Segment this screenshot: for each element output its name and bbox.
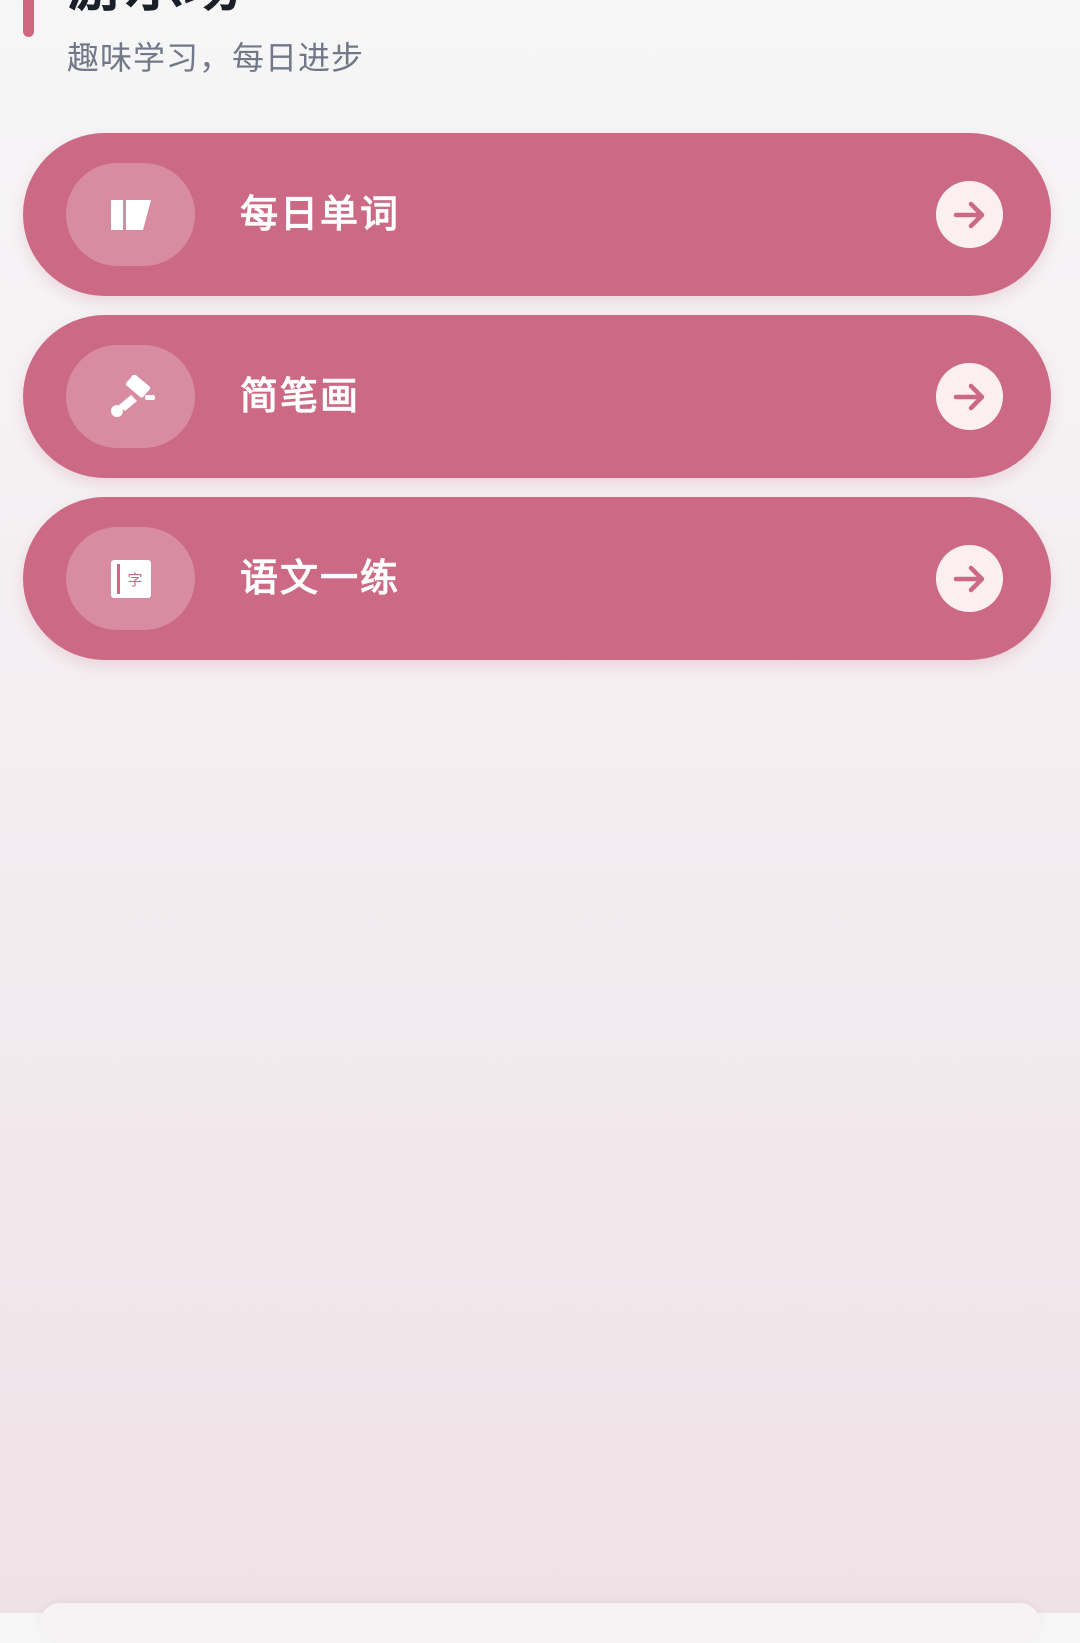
page-header: 游乐场 趣味学习，每日进步 xyxy=(0,0,1080,100)
chinese-practice-icon-badge: 字 xyxy=(66,527,195,630)
page-subtitle: 趣味学习，每日进步 xyxy=(67,39,365,77)
arrow-right-icon xyxy=(953,565,984,592)
arrow-right-icon xyxy=(953,201,984,228)
sketch-arrow-button[interactable] xyxy=(936,363,1003,430)
bottom-sheet-edge xyxy=(40,1603,1040,1643)
daily-words-icon-badge xyxy=(66,163,195,266)
book-icon xyxy=(110,199,151,230)
daily-words-arrow-button[interactable] xyxy=(936,181,1003,248)
daily-words-label: 每日单词 xyxy=(240,192,401,236)
chinese-practice-label: 语文一练 xyxy=(240,556,401,600)
character-book-icon: 字 xyxy=(110,559,151,598)
brush-icon xyxy=(110,374,155,417)
svg-text:字: 字 xyxy=(127,571,142,589)
chinese-practice-card[interactable]: 字 语文一练 xyxy=(23,497,1051,660)
sketch-label: 简笔画 xyxy=(240,374,361,418)
title-accent-bar xyxy=(23,0,34,37)
sketch-card[interactable]: 简笔画 xyxy=(23,315,1051,478)
page-title: 游乐场 xyxy=(67,0,241,14)
chinese-practice-arrow-button[interactable] xyxy=(936,545,1003,612)
arrow-right-icon xyxy=(953,383,984,410)
sketch-icon-badge xyxy=(66,345,195,448)
daily-words-card[interactable]: 每日单词 xyxy=(23,133,1051,296)
